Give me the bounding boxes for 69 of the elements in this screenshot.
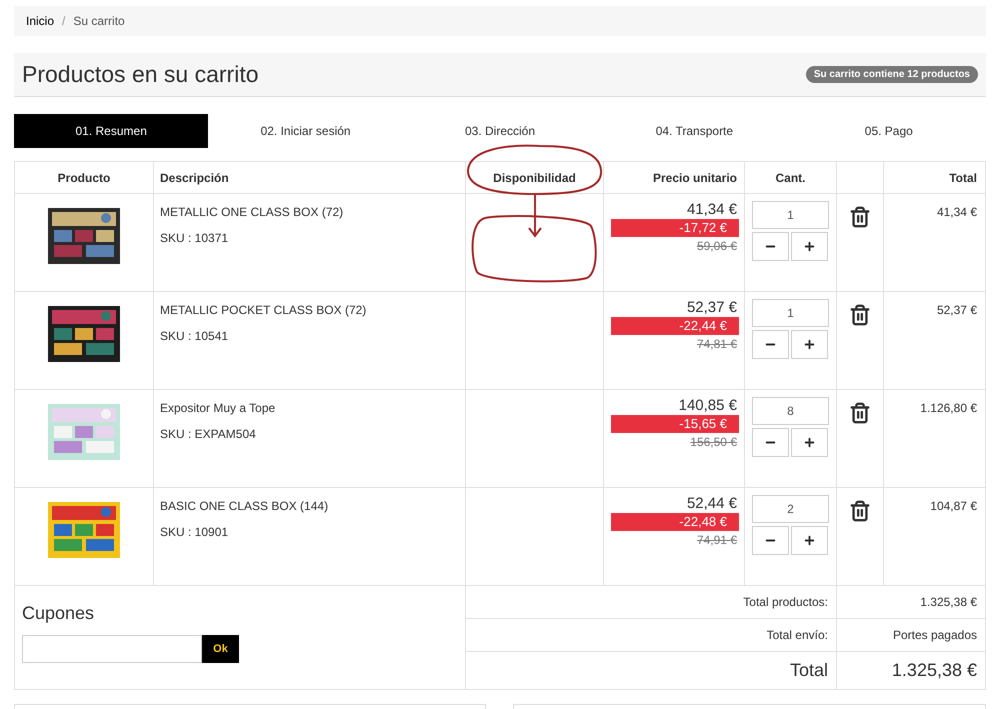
old-price: 74,91 € [696, 532, 737, 549]
line-total: 104,87 € [930, 499, 977, 513]
discount-tag: -15,65 € [611, 415, 739, 433]
quantity-field[interactable]: 1 [752, 299, 829, 327]
step-tab[interactable]: 01. Resumen [14, 114, 208, 148]
old-price: 59,06 € [696, 238, 737, 255]
step-tab[interactable]: 04. Transporte [597, 114, 792, 148]
trash-icon [849, 206, 871, 228]
breadcrumb-current: Su carrito [73, 13, 125, 30]
unit-price: 52,37 € [686, 299, 737, 317]
discount-tag: -22,44 € [611, 317, 739, 335]
trash-icon [849, 402, 871, 424]
summary-value: 1.325,38 € [892, 660, 977, 680]
cart-count-badge: Su carrito contiene 12 productos [806, 66, 978, 83]
step-tab[interactable]: 03. Dirección [402, 114, 598, 148]
unit-price: 52,44 € [686, 495, 737, 513]
summary-value: Portes pagados [892, 628, 977, 642]
column-header: Producto [14, 162, 154, 194]
column-header: Total [884, 162, 986, 194]
increase-button[interactable] [791, 526, 828, 555]
step-tab[interactable]: 05. Pago [792, 114, 986, 148]
trash-icon [849, 304, 871, 326]
breadcrumb-link[interactable]: Inicio [26, 12, 54, 30]
page-title: Productos en su carrito [22, 60, 259, 90]
product-name[interactable]: BASIC ONE CLASS BOX (144) [160, 497, 459, 515]
plus-icon [803, 338, 816, 351]
column-header: Cant. [744, 162, 836, 194]
old-price: 156,50 € [689, 434, 737, 451]
delete-button[interactable] [849, 304, 871, 326]
coupons-title: Cupones [22, 602, 96, 625]
delete-button[interactable] [849, 500, 871, 522]
step-tab[interactable]: 02. Iniciar sesión [208, 114, 403, 148]
unit-price: 41,34 € [686, 201, 737, 219]
line-total: 41,34 € [936, 205, 977, 219]
column-header: Disponibilidad [466, 162, 604, 194]
product-sku: SKU : 10371 [160, 230, 230, 247]
summary-label: Total envío: [766, 628, 828, 642]
summary-label: Total [790, 660, 828, 680]
product-name[interactable]: METALLIC POCKET CLASS BOX (72) [160, 301, 459, 319]
delete-button[interactable] [849, 402, 871, 424]
product-sku: SKU : 10541 [160, 328, 230, 345]
column-header: Descripción [154, 162, 466, 194]
discount-tag: -17,72 € [611, 219, 739, 237]
product-sku: SKU : EXPAM504 [160, 426, 257, 443]
plus-icon [803, 436, 816, 449]
quantity-field[interactable]: 8 [752, 397, 829, 425]
product-name[interactable]: METALLIC ONE CLASS BOX (72) [160, 203, 459, 221]
quantity-field[interactable]: 1 [752, 201, 829, 229]
quantity-field[interactable]: 2 [752, 495, 829, 523]
line-total: 1.126,80 € [920, 401, 977, 415]
unit-price: 140,85 € [678, 397, 737, 415]
discount-tag: -22,48 € [611, 513, 739, 531]
plus-icon [803, 240, 816, 253]
product-name[interactable]: Expositor Muy a Tope [160, 399, 459, 417]
column-header: Precio unitario [604, 162, 744, 194]
summary-label: Total productos: [743, 595, 828, 609]
increase-button[interactable] [791, 232, 828, 261]
product-sku: SKU : 10901 [160, 524, 230, 541]
increase-button[interactable] [791, 330, 828, 359]
line-total: 52,37 € [936, 303, 977, 317]
ok-button[interactable]: Ok [202, 635, 239, 663]
breadcrumb-separator: / [62, 13, 66, 30]
summary-value: 1.325,38 € [920, 595, 977, 609]
increase-button[interactable] [791, 428, 828, 457]
trash-icon [849, 500, 871, 522]
plus-icon [803, 534, 816, 547]
delete-button[interactable] [849, 206, 871, 228]
coupon-field[interactable] [22, 635, 202, 663]
old-price: 74,81 € [696, 336, 737, 353]
